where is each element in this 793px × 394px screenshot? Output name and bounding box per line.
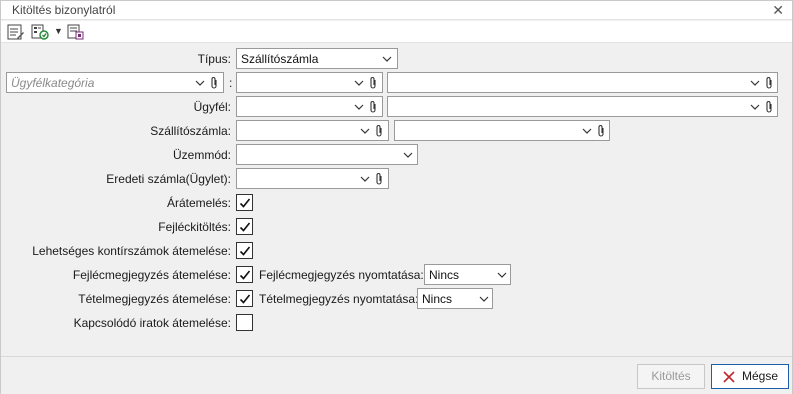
- paperclip-icon[interactable]: [375, 172, 384, 186]
- checkmark-icon: [239, 198, 251, 208]
- title-bar: Kitöltés bizonylatról ✕: [1, 1, 792, 20]
- chevron-down-icon: [354, 104, 364, 110]
- dropdown-arrow-icon[interactable]: ▼: [54, 26, 63, 36]
- original-invoice-select[interactable]: [236, 168, 389, 189]
- chevron-down-icon: [750, 104, 760, 110]
- item-note-print-select[interactable]: Nincs: [417, 288, 493, 309]
- header-note-print-value: Nincs: [429, 268, 460, 282]
- chevron-down-icon: [403, 152, 413, 158]
- original-invoice-label: Eredeti számla(Ügylet):: [106, 172, 231, 186]
- close-icon: [723, 371, 735, 383]
- delivery-invoice-select-2[interactable]: [394, 120, 610, 141]
- delivery-invoice-label: Szállítószámla:: [150, 124, 231, 138]
- customer-category-select[interactable]: Ügyfélkategória: [6, 72, 224, 93]
- header-note-print-select[interactable]: Nincs: [424, 264, 511, 285]
- type-select[interactable]: Szállítószámla: [236, 48, 398, 69]
- customer-name-select[interactable]: [387, 96, 778, 117]
- category-name-select[interactable]: [387, 72, 778, 93]
- related-docs-label: Kapcsolódó iratok átemelése:: [73, 316, 231, 330]
- header-fill-checkbox[interactable]: [236, 218, 253, 235]
- mode-select[interactable]: [236, 144, 418, 165]
- chevron-down-icon: [360, 128, 370, 134]
- checkmark-icon: [239, 222, 251, 232]
- chevron-down-icon: [497, 272, 507, 278]
- list-refresh-icon[interactable]: [31, 24, 49, 40]
- type-label: Típus:: [197, 52, 231, 66]
- category-code-select[interactable]: [236, 72, 383, 93]
- paperclip-icon[interactable]: [369, 100, 378, 114]
- fill-button[interactable]: Kitöltés: [637, 364, 705, 389]
- chevron-down-icon: [479, 296, 489, 302]
- chevron-down-icon: [382, 56, 392, 62]
- type-value: Szállítószámla: [241, 52, 319, 66]
- price-transfer-checkbox[interactable]: [236, 194, 253, 211]
- customer-code-select[interactable]: [236, 96, 383, 117]
- account-codes-checkbox[interactable]: [236, 242, 253, 259]
- header-fill-label: Fejléckitöltés:: [158, 220, 231, 234]
- mode-label: Üzemmód:: [172, 148, 231, 162]
- chevron-down-icon: [582, 128, 592, 134]
- close-icon[interactable]: ✕: [772, 2, 784, 19]
- window-title: Kitöltés bizonylatról: [12, 3, 116, 17]
- item-note-checkbox[interactable]: [236, 290, 253, 307]
- account-codes-label: Lehetséges kontírszámok átemelése:: [32, 244, 231, 258]
- item-note-print-value: Nincs: [422, 292, 453, 306]
- paperclip-icon[interactable]: [765, 76, 774, 90]
- item-note-label: Tételmegjegyzés átemelése:: [78, 292, 231, 306]
- dialog-footer: Kitöltés Mégse: [1, 356, 792, 394]
- chevron-down-icon: [360, 176, 370, 182]
- header-note-label: Fejlécmegjegyzés átemelése:: [72, 268, 231, 282]
- header-note-checkbox[interactable]: [236, 266, 253, 283]
- paperclip-icon[interactable]: [210, 76, 219, 90]
- dialog-window: Kitöltés bizonylatról ✕ ▼ Típus: Szállít…: [0, 0, 793, 394]
- cancel-button[interactable]: Mégse: [711, 364, 789, 389]
- related-docs-checkbox[interactable]: [236, 314, 253, 331]
- chevron-down-icon: [750, 80, 760, 86]
- customer-label: Ügyfél:: [193, 100, 231, 114]
- checkmark-icon: [239, 270, 251, 280]
- paperclip-icon[interactable]: [765, 100, 774, 114]
- checkmark-icon: [239, 246, 251, 256]
- chevron-down-icon: [354, 80, 364, 86]
- category-separator: :: [229, 76, 233, 90]
- paperclip-icon[interactable]: [375, 124, 384, 138]
- form-fill-icon[interactable]: [7, 24, 25, 40]
- header-note-print-label: Fejlécmegjegyzés nyomtatása:: [259, 268, 424, 282]
- cancel-label: Mégse: [742, 369, 779, 383]
- template-icon[interactable]: [67, 24, 85, 40]
- customer-category-placeholder: Ügyfélkategória: [11, 76, 95, 90]
- chevron-down-icon: [195, 80, 205, 86]
- delivery-invoice-select-1[interactable]: [236, 120, 389, 141]
- item-note-print-label: Tételmegjegyzés nyomtatása:: [259, 292, 419, 306]
- paperclip-icon[interactable]: [369, 76, 378, 90]
- toolbar: ▼: [1, 21, 792, 43]
- paperclip-icon[interactable]: [597, 124, 606, 138]
- price-transfer-label: Árátemelés:: [166, 196, 231, 210]
- checkmark-icon: [239, 294, 251, 304]
